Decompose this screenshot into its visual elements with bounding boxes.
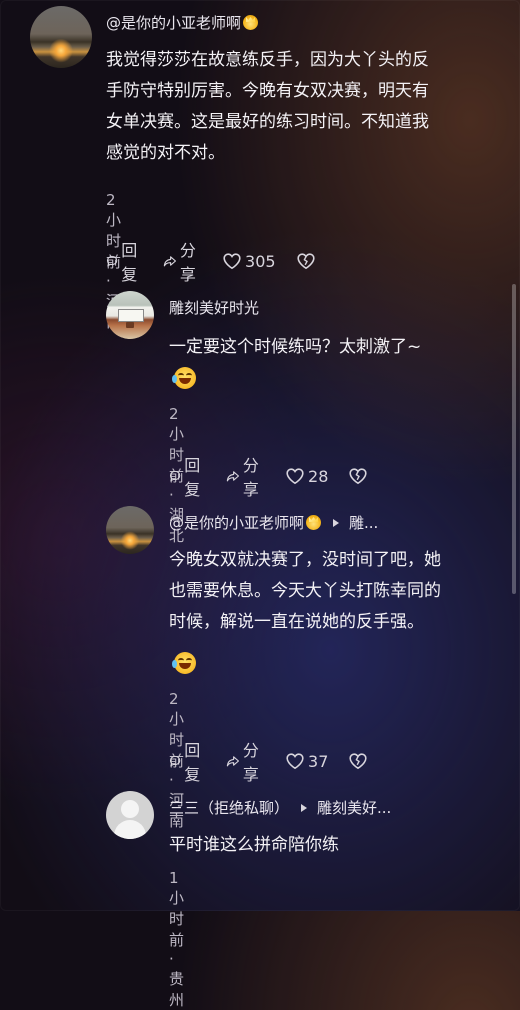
share-label: 分享 bbox=[242, 741, 259, 784]
reply-button[interactable]: 回复 bbox=[169, 452, 206, 500]
text-line: 我觉得莎莎在故意练反手，因为大丫头的反 bbox=[106, 50, 429, 70]
comment-time-location: 1小时前·贵州 bbox=[169, 869, 185, 1009]
reply-label: 回复 bbox=[184, 456, 201, 499]
speech-bubble-icon bbox=[169, 755, 181, 767]
reply-to-name[interactable]: 雕刻美好... bbox=[317, 797, 391, 818]
text-line: 也需要休息。今天大丫头打陈幸同的 bbox=[169, 581, 441, 601]
speech-bubble-icon bbox=[106, 255, 118, 267]
comment-actions: 回复 分享 28 bbox=[169, 452, 391, 500]
share-button[interactable]: 分享 bbox=[226, 737, 265, 785]
comment-author[interactable]: @是你的小亚老师啊 雕... bbox=[169, 512, 378, 533]
avatar-photo-detail bbox=[126, 322, 134, 328]
broken-heart-icon bbox=[349, 753, 367, 770]
author-name[interactable]: @是你的小亚老师啊 bbox=[169, 512, 304, 533]
comment-author[interactable]: 雕刻美好时光 bbox=[169, 297, 259, 318]
reply-button[interactable]: 回复 bbox=[169, 737, 206, 785]
default-avatar[interactable] bbox=[106, 791, 154, 839]
reply-button[interactable]: 回复 bbox=[106, 237, 143, 285]
dislike-button[interactable] bbox=[348, 467, 371, 485]
text-line: 手防守特别厉害。今晚有女双决赛，明天有 bbox=[106, 81, 429, 101]
like-button[interactable]: 37 bbox=[285, 752, 328, 771]
like-count: 37 bbox=[308, 751, 329, 771]
like-button[interactable]: 305 bbox=[222, 252, 276, 271]
reply-to-name[interactable]: 雕... bbox=[349, 512, 378, 533]
comment-text: 今晚女双就决赛了，没时间了吧，她 也需要休息。今天大丫头打陈幸同的 时候，解说一… bbox=[169, 545, 499, 638]
like-count: 305 bbox=[245, 251, 276, 271]
share-arrow-icon bbox=[226, 756, 240, 767]
comment-author[interactable]: 三三（拒绝私聊） 雕刻美好... bbox=[169, 797, 391, 818]
user-avatar[interactable] bbox=[106, 506, 154, 554]
author-name[interactable]: @是你的小亚老师啊 bbox=[106, 12, 241, 33]
share-arrow-icon bbox=[226, 471, 240, 482]
scrollbar[interactable] bbox=[512, 284, 516, 594]
author-name[interactable]: 三三（拒绝私聊） bbox=[169, 797, 289, 818]
user-avatar[interactable] bbox=[106, 291, 154, 339]
comment-text: 一定要这个时候练吗？太刺激了~ bbox=[169, 332, 499, 363]
text-line: 今晚女双就决赛了，没时间了吧，她 bbox=[169, 550, 441, 570]
avatar-photo-detail bbox=[118, 309, 144, 322]
dislike-button[interactable] bbox=[296, 252, 319, 270]
like-button[interactable]: 28 bbox=[285, 467, 328, 486]
user-avatar[interactable] bbox=[30, 6, 92, 68]
author-name[interactable]: 雕刻美好时光 bbox=[169, 297, 259, 318]
comment-actions: 回复 分享 305 bbox=[106, 237, 339, 285]
heart-icon bbox=[286, 753, 304, 770]
comment-author[interactable]: @是你的小亚老师啊 bbox=[106, 12, 259, 33]
share-label: 分享 bbox=[179, 241, 196, 284]
broken-heart-icon bbox=[296, 253, 315, 270]
share-button[interactable]: 分享 bbox=[226, 452, 265, 500]
share-label: 分享 bbox=[242, 456, 259, 499]
text-line: 感觉的对不对。 bbox=[106, 143, 225, 163]
dislike-button[interactable] bbox=[348, 752, 371, 770]
reply-label: 回复 bbox=[121, 241, 138, 284]
laughing-emoji-icon bbox=[172, 652, 196, 678]
reply-label: 回复 bbox=[184, 741, 201, 784]
text-line: 时候，解说一直在说她的反手强。 bbox=[169, 612, 424, 632]
text-line: 平时谁这么拼命陪你练 bbox=[169, 835, 339, 855]
comment-text: 我觉得莎莎在故意练反手，因为大丫头的反 手防守特别厉害。今晚有女双决赛，明天有 … bbox=[106, 45, 506, 169]
laughing-emoji-icon bbox=[172, 367, 196, 393]
heart-icon bbox=[286, 468, 304, 485]
reply-to-arrow-icon bbox=[301, 803, 308, 812]
comment-text: 平时谁这么拼命陪你练 bbox=[169, 830, 499, 861]
crown-badge-icon bbox=[243, 15, 259, 30]
crown-badge-icon bbox=[306, 515, 322, 530]
share-button[interactable]: 分享 bbox=[163, 237, 202, 285]
text-line: 一定要这个时候练吗？太刺激了~ bbox=[169, 337, 422, 357]
text-line: 女单决赛。这是最好的练习时间。不知道我 bbox=[106, 112, 429, 132]
speech-bubble-icon bbox=[169, 470, 181, 482]
like-count: 28 bbox=[308, 466, 329, 486]
share-arrow-icon bbox=[163, 256, 177, 267]
comment-actions: 回复 分享 37 bbox=[169, 737, 391, 785]
heart-icon bbox=[223, 253, 241, 270]
broken-heart-icon bbox=[349, 468, 367, 485]
reply-to-arrow-icon bbox=[333, 518, 340, 527]
